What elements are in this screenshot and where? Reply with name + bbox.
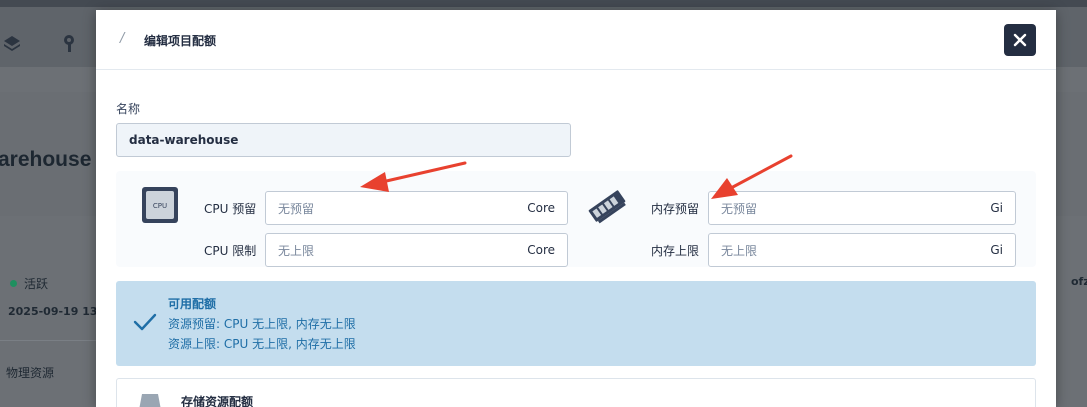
cpu-limit-label: CPU 限制 (204, 244, 257, 258)
name-label: 名称 (116, 102, 141, 116)
memory-limit-label: 内存上限 (651, 244, 700, 258)
cpu-limit-placeholder: 无上限 (278, 243, 315, 258)
tab-physical-resources[interactable]: 物理资源 (6, 364, 54, 381)
cpu-icon: CPU (142, 187, 178, 223)
cpu-reserve-unit: Core (527, 201, 555, 215)
status-dot (10, 280, 17, 287)
memory-limit-unit: Gi (990, 243, 1003, 257)
modal-title: 编辑项目配额 (144, 34, 217, 48)
close-button[interactable] (1004, 24, 1036, 56)
alert-title: 可用配额 (168, 297, 217, 311)
status-text: 活跃 (24, 277, 49, 291)
memory-limit-input[interactable]: 无上限 Gi (708, 233, 1016, 267)
memory-reserve-label: 内存预留 (651, 202, 700, 216)
edit-quota-modal: / 编辑项目配额 名称 data-warehouse CPU CPU 预留 无预… (96, 10, 1056, 407)
cpu-reserve-label: CPU 预留 (204, 202, 257, 216)
modal-header: / 编辑项目配额 (96, 10, 1056, 70)
right-text: ofz (1071, 275, 1087, 288)
storage-quota-title: 存储资源配额 (181, 395, 254, 407)
top-bar (0, 0, 1087, 7)
memory-reserve-input[interactable]: 无预留 Gi (708, 191, 1016, 225)
name-input[interactable]: data-warehouse (116, 123, 571, 157)
breadcrumb-separator: / (120, 31, 125, 46)
storage-quota-section[interactable]: 存储资源配额 (116, 378, 1036, 407)
close-icon (1013, 33, 1027, 47)
svg-text:CPU: CPU (153, 202, 167, 210)
cpu-limit-unit: Core (527, 243, 555, 257)
divider (0, 340, 96, 341)
memory-reserve-placeholder: 无预留 (721, 201, 758, 216)
resource-quota-section: CPU CPU 预留 无预留 Core CPU 限制 无上限 Core 内存预留… (116, 171, 1036, 267)
status-badge: 活跃 (10, 275, 48, 292)
project-title: arehouse (0, 148, 92, 171)
key-icon[interactable] (60, 33, 80, 53)
storage-icon (139, 394, 161, 407)
memory-reserve-unit: Gi (990, 201, 1003, 215)
alert-limit-text: 资源上限: CPU 无上限, 内存无上限 (168, 337, 356, 351)
check-icon (133, 313, 157, 331)
memory-icon (588, 190, 626, 224)
available-quota-alert: 可用配额 资源预留: CPU 无上限, 内存无上限 资源上限: CPU 无上限,… (116, 281, 1036, 366)
created-time: 2025-09-19 13:3 (8, 305, 96, 318)
memory-limit-placeholder: 无上限 (721, 243, 758, 258)
layers-icon[interactable] (2, 33, 22, 53)
cpu-limit-input[interactable]: 无上限 Core (265, 233, 568, 267)
alert-reserve-text: 资源预留: CPU 无上限, 内存无上限 (168, 317, 356, 331)
cpu-reserve-input[interactable]: 无预留 Core (265, 191, 568, 225)
cpu-reserve-placeholder: 无预留 (278, 201, 315, 216)
